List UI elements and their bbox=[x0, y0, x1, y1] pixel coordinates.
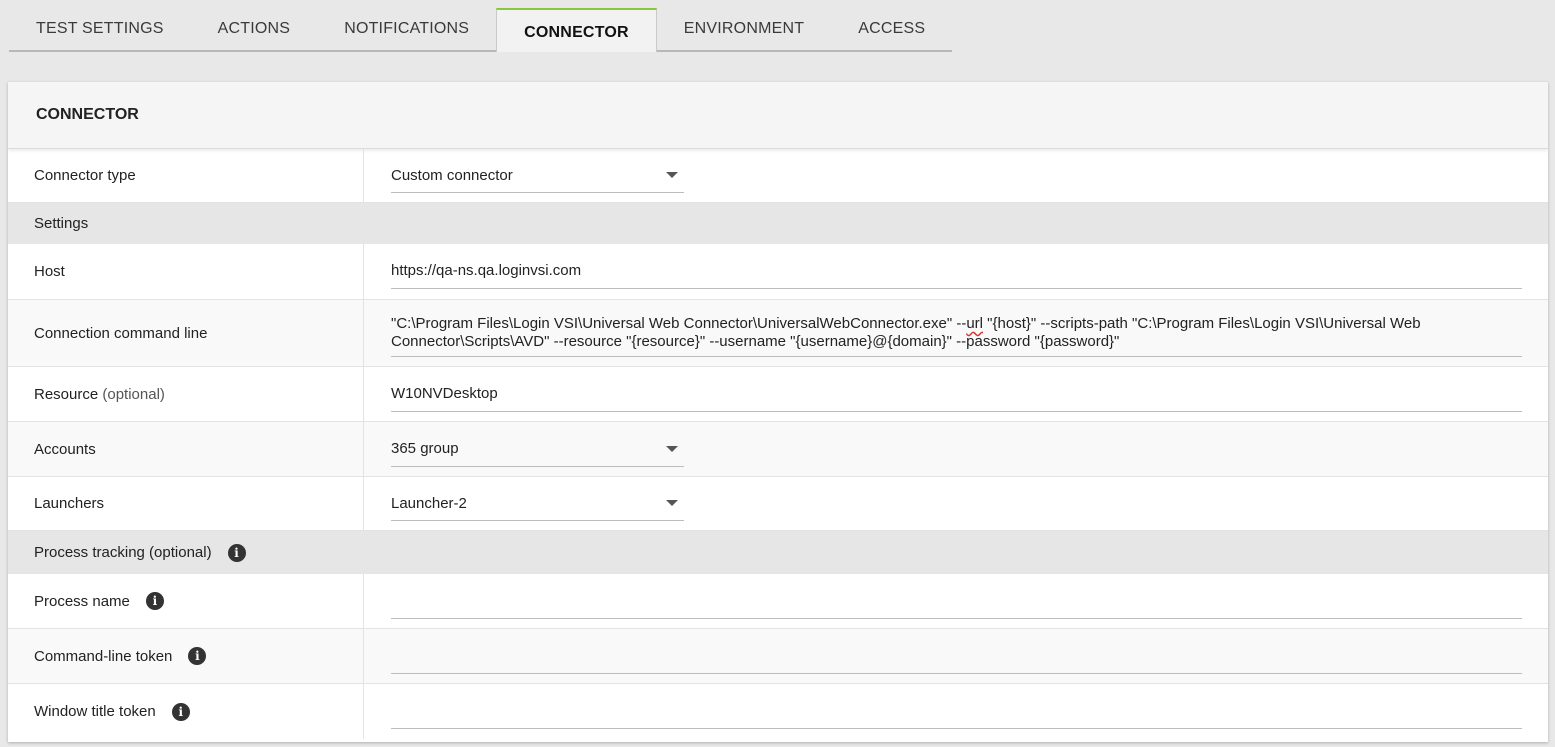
launchers-row: Launchers Launcher-2 bbox=[8, 477, 1548, 531]
info-icon[interactable]: i bbox=[171, 702, 190, 721]
connector-type-value: Custom connector bbox=[391, 166, 513, 184]
command-line-token-input[interactable] bbox=[391, 639, 1522, 674]
launchers-select[interactable]: Launcher-2 bbox=[391, 486, 684, 521]
command-line-label: Connection command line bbox=[8, 300, 364, 366]
command-line-token-row: Command-line token i bbox=[8, 629, 1548, 684]
connector-type-row: Connector type Custom connector bbox=[8, 149, 1548, 203]
process-tracking-label: Process tracking (optional) bbox=[34, 544, 212, 561]
tab-environment[interactable]: ENVIRONMENT bbox=[656, 8, 832, 52]
command-line-input[interactable]: "C:\Program Files\Login VSI\Universal We… bbox=[391, 309, 1522, 357]
tab-connector[interactable]: CONNECTOR bbox=[496, 8, 657, 52]
panel-title: CONNECTOR bbox=[8, 82, 1548, 149]
info-icon[interactable]: i bbox=[227, 543, 246, 562]
process-name-label-wrap: Process name i bbox=[8, 574, 364, 628]
window-title-token-row: Window title token i bbox=[8, 684, 1548, 739]
command-line-token-label-wrap: Command-line token i bbox=[8, 629, 364, 683]
host-label: Host bbox=[8, 244, 364, 299]
tab-access[interactable]: ACCESS bbox=[831, 8, 953, 52]
launchers-label: Launchers bbox=[8, 477, 364, 530]
command-line-text-1: "C:\Program Files\Login VSI\Universal We… bbox=[391, 315, 967, 332]
resource-row: Resource (optional) W10NVDesktop bbox=[8, 367, 1548, 422]
process-name-input[interactable] bbox=[391, 584, 1522, 619]
info-icon[interactable]: i bbox=[145, 592, 164, 610]
connector-panel: CONNECTOR Connector type Custom connecto… bbox=[8, 82, 1548, 742]
connector-type-label: Connector type bbox=[8, 149, 364, 202]
chevron-down-icon bbox=[666, 445, 678, 452]
accounts-row: Accounts 365 group bbox=[8, 422, 1548, 477]
settings-section-label: Settings bbox=[34, 215, 89, 232]
process-name-label: Process name bbox=[34, 592, 130, 610]
chevron-down-icon bbox=[666, 500, 678, 506]
resource-input[interactable]: W10NVDesktop bbox=[391, 377, 1522, 412]
accounts-label: Accounts bbox=[8, 422, 364, 476]
command-line-row: Connection command line "C:\Program File… bbox=[8, 300, 1548, 367]
tab-bar: TEST SETTINGS ACTIONS NOTIFICATIONS CONN… bbox=[9, 8, 953, 52]
resource-optional-label: (optional) bbox=[102, 385, 165, 403]
host-row: Host https://qa-ns.qa.loginvsi.com bbox=[8, 244, 1548, 300]
accounts-value: 365 group bbox=[391, 440, 459, 457]
tab-test-settings[interactable]: TEST SETTINGS bbox=[9, 8, 191, 52]
settings-section-header: Settings bbox=[8, 203, 1548, 244]
window-title-token-input[interactable] bbox=[391, 694, 1522, 729]
process-tracking-section-header: Process tracking (optional) i bbox=[8, 531, 1548, 574]
launchers-value: Launcher-2 bbox=[391, 494, 467, 512]
host-input[interactable]: https://qa-ns.qa.loginvsi.com bbox=[391, 254, 1522, 289]
window-title-token-label: Window title token bbox=[34, 703, 156, 720]
command-line-token-label: Command-line token bbox=[34, 647, 173, 665]
info-icon[interactable]: i bbox=[188, 647, 207, 665]
command-line-text-url: url bbox=[966, 315, 984, 332]
resource-label-wrap: Resource (optional) bbox=[8, 367, 364, 421]
connector-type-select[interactable]: Custom connector bbox=[391, 158, 684, 193]
window-title-token-label-wrap: Window title token i bbox=[8, 684, 364, 739]
chevron-down-icon bbox=[666, 172, 678, 178]
accounts-select[interactable]: 365 group bbox=[391, 432, 684, 467]
tab-notifications[interactable]: NOTIFICATIONS bbox=[317, 8, 497, 52]
tab-actions[interactable]: ACTIONS bbox=[190, 8, 318, 52]
process-name-row: Process name i bbox=[8, 574, 1548, 629]
resource-label: Resource bbox=[34, 385, 99, 403]
